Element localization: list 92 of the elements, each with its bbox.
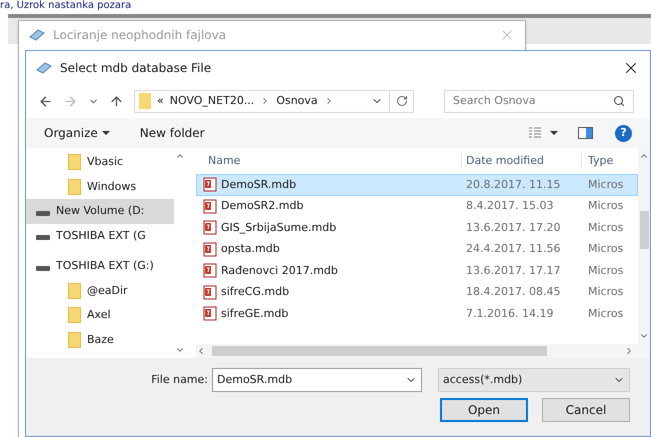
file-name-field[interactable]: DemoSR.mdb (212, 368, 422, 392)
nav-item[interactable]: TOSHIBA EXT (G (26, 224, 174, 248)
file-row[interactable]: sifreCG.mdb 18.4.2017. 08.45 Micros (196, 282, 638, 303)
nav-label: Baze (87, 332, 114, 348)
database-file-icon (203, 198, 217, 214)
path-segment[interactable]: « (157, 92, 164, 110)
dialog-button[interactable]: Open (440, 398, 528, 422)
file-name: sifreGE.mdb (221, 306, 288, 322)
database-file-icon (203, 177, 217, 192)
date-cell-text: 13.6.2017. 17.20 (465, 220, 562, 236)
folder-icon (139, 93, 151, 109)
database-file-icon (203, 284, 217, 300)
drive-icon (36, 235, 50, 240)
type-cell-text: Micros (587, 306, 624, 322)
search-icon (613, 95, 625, 107)
window-title: Lociranje neophodnih fajlova (53, 27, 226, 44)
type-cell-text: Micros (587, 198, 624, 214)
nav-item[interactable]: Vbasic (26, 150, 174, 174)
folder-icon (68, 178, 81, 195)
nav-label: New Volume (D: (56, 203, 144, 219)
database-file-icon (203, 306, 217, 322)
file-name-label: File name: (151, 372, 208, 388)
nav-label: TOSHIBA EXT (G (56, 228, 146, 244)
nav-label: Vbasic (87, 154, 124, 170)
file-name: opsta.mdb (221, 241, 280, 257)
type-cell-text: Micros (587, 220, 624, 236)
caret-icon (102, 131, 110, 135)
file-row[interactable]: DemoSR2.mdb 8.4.2017. 15.03 Micros (196, 196, 638, 217)
database-file-icon (203, 263, 217, 278)
scroll-thumb[interactable] (640, 211, 648, 249)
type-cell-text: Micros (587, 262, 624, 278)
nav-item[interactable]: TOSHIBA EXT (G:) (26, 254, 174, 278)
path-segment[interactable]: NOVO_NET20... (170, 92, 254, 110)
preview-pane-icon[interactable] (578, 127, 593, 139)
search-input[interactable]: Search Osnova (453, 92, 613, 110)
new-folder-button[interactable]: New folder (140, 124, 205, 142)
organize-button[interactable]: Organize (44, 124, 110, 142)
drive-icon (36, 266, 50, 271)
date-cell-text: 13.6.2017. 17.17 (465, 262, 562, 278)
file-name: DemoSR2.mdb (221, 198, 304, 214)
path-segment[interactable]: Osnova (276, 92, 318, 110)
caret-icon[interactable] (550, 131, 558, 135)
file-name: sifreCG.mdb (221, 284, 290, 300)
database-file-icon (203, 242, 217, 257)
dialog-button[interactable]: Cancel (542, 398, 630, 422)
column-header[interactable]: Name (196, 152, 461, 170)
nav-item[interactable]: Axel (26, 303, 174, 328)
scroll-thumb[interactable] (212, 346, 547, 356)
file-name-input[interactable]: DemoSR.mdb (217, 372, 405, 388)
refresh-icon (396, 95, 408, 107)
horizontal-scrollbar[interactable] (196, 344, 650, 358)
nav-label: Windows (87, 178, 136, 194)
file-type-text: access(*.mdb) (443, 372, 522, 388)
type-cell-text: Micros (587, 241, 624, 257)
drive-icon (36, 210, 50, 216)
nav-item[interactable]: New Volume (D: (26, 199, 174, 224)
file-row[interactable]: Rađenovci 2017.mdb 13.6.2017. 17.17 Micros (196, 260, 638, 282)
type-cell-text: Micros (587, 284, 624, 300)
file-name: DemoSR.mdb (221, 176, 296, 192)
file-type-dropdown[interactable]: access(*.mdb) (438, 368, 630, 392)
folder-icon (68, 154, 81, 170)
date-cell-text: 8.4.2017. 15.03 (465, 198, 554, 214)
dialog-title: Select mdb database File (60, 60, 212, 76)
nav-item[interactable]: Windows (26, 174, 174, 199)
search-field[interactable]: Search Osnova (444, 90, 634, 112)
nav-label: TOSHIBA EXT (G:) (56, 258, 154, 274)
view-list-icon[interactable] (528, 127, 542, 139)
address-bar[interactable]: « NOVO_NET20... Osnova (134, 90, 414, 112)
file-name: GIS_SrbijaSume.mdb (221, 220, 336, 236)
nav-label: @eaDir (87, 282, 128, 298)
type-cell-text: Micros (587, 176, 624, 192)
folder-icon (68, 332, 81, 348)
file-row[interactable]: DemoSR.mdb 20.8.2017. 11.15 Micros (196, 174, 638, 196)
up-icon[interactable] (109, 94, 124, 108)
date-cell-text: 24.4.2017. 11.56 (465, 241, 562, 257)
file-row[interactable]: sifreGE.mdb 7.1.2016. 14.19 Micros (196, 303, 638, 324)
date-cell-text: 7.1.2016. 14.19 (465, 306, 554, 322)
help-icon[interactable]: ? (615, 124, 632, 142)
date-cell-text: 18.4.2017. 08.45 (465, 284, 562, 300)
file-name: Rađenovci 2017.mdb (221, 262, 338, 278)
back-icon[interactable] (38, 94, 53, 108)
nav-item[interactable]: Baze (26, 328, 174, 352)
file-row[interactable]: GIS_SrbijaSume.mdb 13.6.2017. 17.20 Micros (196, 217, 638, 238)
date-cell-text: 20.8.2017. 11.15 (465, 176, 562, 192)
file-row[interactable]: opsta.mdb 24.4.2017. 11.56 Micros (196, 238, 638, 260)
nav-item[interactable]: @eaDir (26, 278, 174, 303)
folder-icon (68, 282, 81, 299)
background-text: ra, Uzrok nastanka pozara (0, 0, 132, 11)
nav-label: Axel (87, 307, 111, 323)
column-header[interactable]: Date modified (461, 152, 581, 170)
database-file-icon (203, 220, 217, 236)
folder-icon (68, 307, 81, 324)
